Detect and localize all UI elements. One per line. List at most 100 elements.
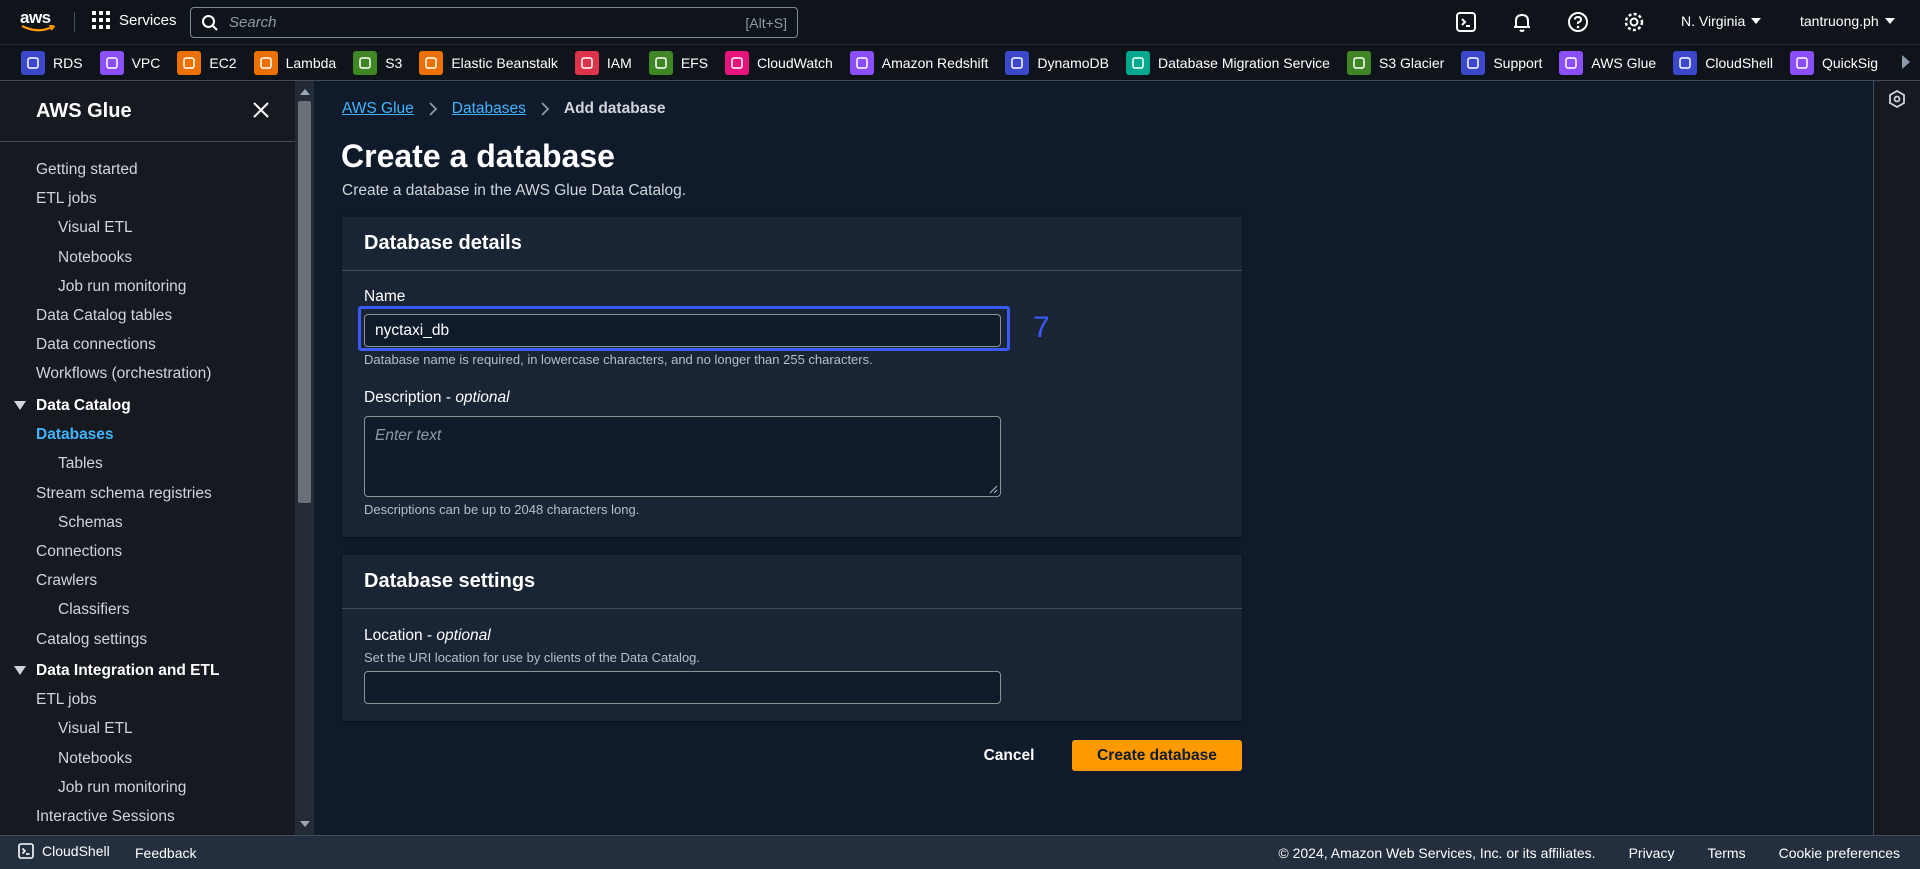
scroll-up-arrow-icon[interactable]	[300, 89, 310, 95]
scrollbar-thumb[interactable]	[298, 101, 311, 503]
support-icon	[1461, 50, 1486, 75]
description-hint: Descriptions can be up to 2048 character…	[364, 502, 640, 517]
favorite-label: S3 Glacier	[1378, 54, 1445, 71]
glacier-icon	[1346, 50, 1371, 75]
settings-gear-icon[interactable]	[1623, 11, 1645, 33]
sidebar-item-data-catalog-tables[interactable]: Data Catalog tables	[36, 307, 172, 325]
favorite-label: CloudWatch	[757, 54, 833, 71]
cloudshell-icon	[18, 843, 34, 859]
favorite-label: Amazon Redshift	[881, 54, 989, 71]
sidebar-item-job-run-monitoring[interactable]: Job run monitoring	[58, 278, 186, 296]
sidebar-item-connections[interactable]: Connections	[36, 543, 122, 561]
favorite-efs[interactable]: EFS	[648, 50, 708, 75]
aws-logo[interactable]: aws	[20, 8, 56, 36]
cookie-preferences-link[interactable]: Cookie preferences	[1779, 845, 1900, 861]
notifications-bell-icon[interactable]	[1511, 11, 1533, 33]
sidebar-item-visual-etl[interactable]: Visual ETL	[58, 219, 133, 237]
footer-bar: CloudShell Feedback © 2024, Amazon Web S…	[0, 835, 1920, 869]
description-textarea[interactable]: Enter text	[364, 416, 1001, 497]
sidebar-item-interactive-sessions[interactable]: Interactive Sessions	[36, 808, 175, 826]
favorite-dms[interactable]: Database Migration Service	[1126, 50, 1330, 75]
sidebar-item-databases[interactable]: Databases	[36, 426, 114, 444]
favorite-support[interactable]: Support	[1461, 50, 1542, 75]
cancel-button[interactable]: Cancel	[966, 740, 1052, 771]
annotation-highlight	[358, 306, 1010, 351]
description-placeholder: Enter text	[375, 427, 442, 444]
cloudshell-icon[interactable]	[1455, 11, 1477, 33]
create-database-button[interactable]: Create database	[1072, 740, 1242, 771]
sidebar-item-etl-jobs[interactable]: ETL jobs	[36, 190, 97, 208]
account-menu[interactable]: tantruong.ph	[1800, 13, 1895, 29]
sidebar-item-data-connections[interactable]: Data connections	[36, 336, 156, 354]
name-label: Name	[364, 288, 406, 305]
sidebar-item-classifiers[interactable]: Classifiers	[58, 601, 129, 619]
favorite-vpc[interactable]: VPC	[99, 50, 160, 75]
help-icon[interactable]	[1567, 11, 1589, 33]
sidebar-section-data-integration-and-etl[interactable]: Data Integration and ETL	[14, 662, 219, 680]
cloudwatch-icon	[725, 50, 750, 75]
sidebar-item-job-run-monitoring[interactable]: Job run monitoring	[58, 779, 186, 797]
footer-cloudshell-link[interactable]: CloudShell	[18, 843, 110, 859]
favorite-glacier[interactable]: S3 Glacier	[1346, 50, 1445, 75]
nav-separator	[74, 12, 75, 32]
cloudshell-icon	[1673, 50, 1698, 75]
sidebar-scrollbar[interactable]	[295, 81, 314, 835]
breadcrumb-link[interactable]: Databases	[452, 100, 526, 118]
sidebar-item-stream-schema-registries[interactable]: Stream schema registries	[36, 485, 212, 503]
sidebar-item-schemas[interactable]: Schemas	[58, 514, 123, 532]
sidebar-item-notebooks[interactable]: Notebooks	[58, 750, 132, 768]
annotation-step-number: 7	[1033, 311, 1050, 344]
favorite-cloudshell[interactable]: CloudShell	[1673, 50, 1773, 75]
database-settings-panel: Database settings Location - optional Se…	[342, 555, 1242, 721]
region-label: N. Virginia	[1681, 13, 1746, 29]
privacy-link[interactable]: Privacy	[1629, 845, 1675, 861]
favorites-scroll-right-icon[interactable]	[1902, 55, 1910, 69]
info-panel-icon[interactable]	[1888, 90, 1906, 108]
footer-feedback-link[interactable]: Feedback	[135, 845, 196, 861]
caret-down-icon	[1751, 18, 1762, 24]
location-hint: Set the URI location for use by clients …	[364, 650, 701, 665]
vpc-icon	[99, 50, 124, 75]
favorite-beanstalk[interactable]: Elastic Beanstalk	[419, 50, 558, 75]
region-selector[interactable]: N. Virginia	[1681, 13, 1762, 29]
dms-icon	[1126, 50, 1150, 75]
favorite-cloudwatch[interactable]: CloudWatch	[725, 50, 833, 75]
favorite-label: EC2	[209, 54, 237, 71]
sidebar-item-visual-etl[interactable]: Visual ETL	[58, 720, 133, 738]
favorite-lambda[interactable]: Lambda	[253, 50, 336, 75]
favorite-iam[interactable]: IAM	[574, 50, 632, 75]
resize-grip-icon[interactable]	[988, 484, 998, 494]
favorite-redshift[interactable]: Amazon Redshift	[849, 50, 989, 75]
location-input[interactable]	[364, 671, 1001, 704]
sidebar-item-workflows-orchestration-[interactable]: Workflows (orchestration)	[36, 365, 211, 383]
search-placeholder: Search	[229, 14, 277, 31]
favorite-glue[interactable]: AWS Glue	[1559, 50, 1656, 75]
favorite-quicksight[interactable]: QuickSig	[1789, 50, 1878, 75]
scroll-down-arrow-icon[interactable]	[300, 821, 310, 827]
search-icon	[202, 14, 218, 31]
services-menu[interactable]: Services	[92, 11, 177, 29]
close-icon[interactable]	[252, 101, 270, 119]
name-hint: Database name is required, in lowercase …	[364, 352, 873, 367]
grid-icon	[92, 11, 110, 29]
favorite-dynamodb[interactable]: DynamoDB	[1005, 50, 1109, 75]
breadcrumb-link[interactable]: AWS Glue	[342, 100, 414, 118]
sidebar-section-data-catalog[interactable]: Data Catalog	[14, 397, 131, 415]
favorite-rds[interactable]: RDS	[21, 50, 83, 75]
breadcrumb-current: Add database	[563, 100, 666, 117]
sidebar-item-catalog-settings[interactable]: Catalog settings	[36, 631, 147, 649]
quicksight-icon	[1789, 50, 1814, 75]
favorite-ec2[interactable]: EC2	[177, 50, 237, 75]
sidebar-item-getting-started[interactable]: Getting started	[36, 161, 138, 179]
aws-smile-icon	[21, 25, 55, 32]
location-label: Location - optional	[364, 627, 491, 644]
caret-down-icon	[14, 401, 26, 411]
sidebar-item-tables[interactable]: Tables	[58, 455, 103, 473]
sidebar-item-notebooks[interactable]: Notebooks	[58, 249, 132, 267]
favorite-s3[interactable]: S3	[353, 50, 402, 75]
search-input[interactable]: Search [Alt+S]	[190, 7, 798, 38]
beanstalk-icon	[419, 50, 444, 75]
sidebar-item-etl-jobs[interactable]: ETL jobs	[36, 691, 97, 709]
terms-link[interactable]: Terms	[1707, 845, 1745, 861]
sidebar-item-crawlers[interactable]: Crawlers	[36, 572, 97, 590]
